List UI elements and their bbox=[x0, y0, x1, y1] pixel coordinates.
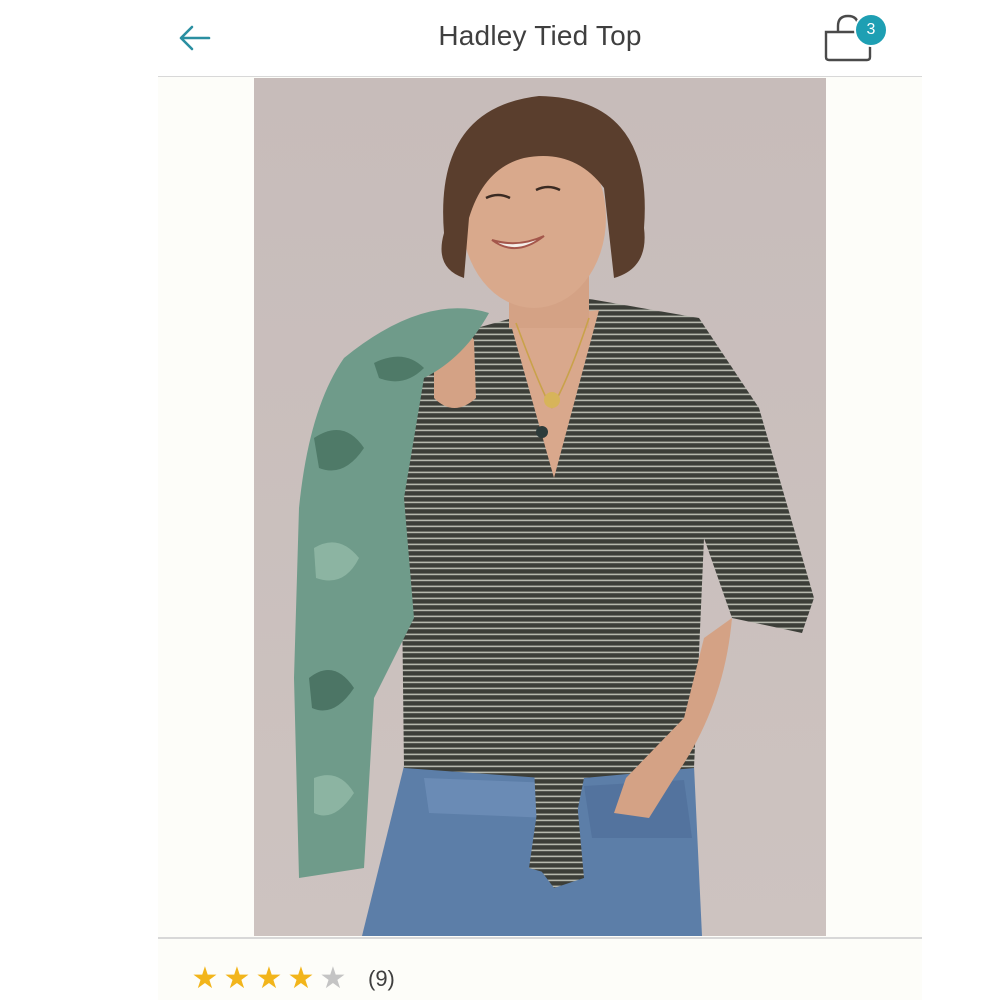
product-rating[interactable]: ★ ★ ★ ★ ★ (9) bbox=[190, 962, 395, 996]
page-title: Hadley Tied Top bbox=[438, 20, 642, 51]
product-photo bbox=[254, 78, 826, 936]
star-empty-icon: ★ bbox=[319, 962, 347, 995]
top-bar: Hadley Tied Top 3 bbox=[158, 0, 922, 77]
star-icon: ★ bbox=[223, 962, 251, 995]
review-count: (9) bbox=[368, 966, 395, 991]
product-image[interactable] bbox=[254, 78, 826, 936]
cart-count-badge: 3 bbox=[854, 13, 888, 47]
star-icon: ★ bbox=[191, 962, 219, 995]
star-icon: ★ bbox=[287, 962, 315, 995]
app-screen: Hadley Tied Top 3 ★ ★ ★ ★ ★ (9) bbox=[158, 0, 922, 1000]
divider bbox=[158, 937, 922, 939]
star-icon: ★ bbox=[255, 962, 283, 995]
